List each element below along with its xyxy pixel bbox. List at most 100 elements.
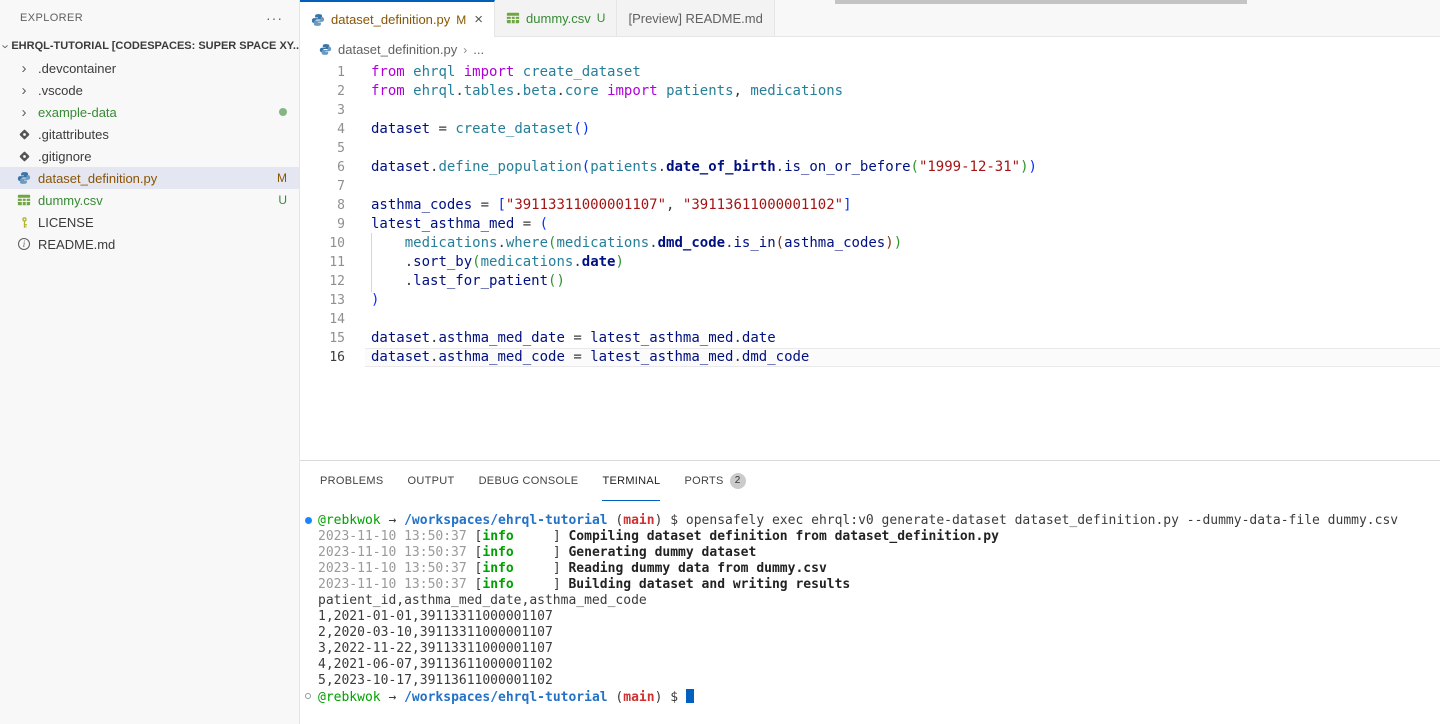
breadcrumb[interactable]: dataset_definition.py › ... (300, 37, 1440, 62)
file-item-dataset_definition.py[interactable]: dataset_definition.pyM (0, 167, 299, 189)
command-decoration-icon[interactable] (305, 517, 312, 524)
indent-guide (371, 233, 372, 254)
terminal-line-9: 3,2022-11-22,39113311000001107 (318, 641, 1440, 657)
ports-badge: 2 (730, 473, 746, 489)
code-line-7[interactable]: 7 (300, 177, 1440, 196)
explorer-title: EXPLORER (20, 12, 83, 24)
tab-dummy.csv[interactable]: dummy.csvU (495, 0, 617, 36)
table-icon (506, 11, 520, 25)
file-label: LICENSE (38, 215, 287, 230)
file-item-LICENSE[interactable]: LICENSE (0, 211, 299, 233)
code-line-11[interactable]: 11 .sort_by(medications.date) (300, 253, 1440, 272)
terminal-line-4: 2023-11-10 13:50:37 [info ] Reading dumm… (318, 561, 1440, 577)
code-line-9[interactable]: 9latest_asthma_med = ( (300, 215, 1440, 234)
terminal-line-6: patient_id,asthma_med_date,asthma_med_co… (318, 593, 1440, 609)
folder-item-.devcontainer[interactable]: ›.devcontainer (0, 57, 299, 79)
git-icon (18, 150, 31, 163)
file-item-README.md[interactable]: iREADME.md (0, 233, 299, 255)
code-line-1[interactable]: 1from ehrql import create_dataset (300, 63, 1440, 82)
changes-dot-badge (279, 108, 287, 116)
line-number: 8 (300, 196, 345, 215)
code-line-16[interactable]: 16dataset.asthma_med_code = latest_asthm… (300, 348, 1440, 367)
chevron-right-icon: › (22, 105, 27, 120)
editor-group: dataset_definition.py M × dummy.csvU [Previe… (300, 0, 1440, 724)
line-number: 6 (300, 158, 345, 177)
vscode-window: EXPLORER ··· › EHRQL-TUTORIAL [CODESPACE… (0, 0, 1440, 724)
breadcrumb-file[interactable]: dataset_definition.py (338, 42, 457, 57)
code-line-8[interactable]: 8asthma_codes = ["39113311000001107", "3… (300, 196, 1440, 215)
panel-tab-label: TERMINAL (602, 475, 660, 487)
file-item-.gitignore[interactable]: .gitignore (0, 145, 299, 167)
breadcrumb-more[interactable]: ... (473, 42, 484, 57)
code-line-2[interactable]: 2from ehrql.tables.beta.core import pati… (300, 82, 1440, 101)
code-line-13[interactable]: 13) (300, 291, 1440, 310)
terminal-line-10: 4,2021-06-07,39113611000001102 (318, 657, 1440, 673)
folder-item-example-data[interactable]: › example-data (0, 101, 299, 123)
panel-tab-output[interactable]: OUTPUT (408, 461, 455, 501)
folder-item-.vscode[interactable]: ›.vscode (0, 79, 299, 101)
line-number: 3 (300, 101, 345, 120)
terminal-cursor (686, 689, 694, 703)
line-number: 11 (300, 253, 345, 272)
file-label: dataset_definition.py (38, 171, 269, 186)
command-decoration-icon[interactable] (305, 693, 311, 699)
terminal-line-12: @rebkwok → /workspaces/ehrql-tutorial (m… (318, 689, 1440, 705)
panel-tab-ports[interactable]: PORTS2 (684, 461, 745, 501)
code-area[interactable]: 1from ehrql import create_dataset2from e… (300, 62, 1440, 460)
terminal[interactable]: @rebkwok → /workspaces/ehrql-tutorial (m… (300, 501, 1440, 724)
terminal-line-2: 2023-11-10 13:50:37 [info ] Compiling da… (318, 529, 1440, 545)
modified-indicator: M (456, 13, 466, 27)
indent-guide (371, 252, 372, 273)
line-number: 4 (300, 120, 345, 139)
terminal-line-1: @rebkwok → /workspaces/ehrql-tutorial (m… (318, 513, 1440, 529)
file-item-.gitattributes[interactable]: .gitattributes (0, 123, 299, 145)
panel-tab-bar: PROBLEMS OUTPUT DEBUG CONSOLE TERMINAL PORTS… (300, 461, 1440, 501)
code-line-14[interactable]: 14 (300, 310, 1440, 329)
file-list: ›.devcontainer›.vscode › example-data .gita… (0, 57, 299, 255)
indent-guide (371, 271, 372, 292)
tab-dataset_definition.py[interactable]: dataset_definition.pyM× (300, 0, 495, 37)
info-icon: i (18, 238, 30, 250)
more-actions-icon[interactable]: ··· (266, 10, 283, 26)
tab-label: dummy.csv (526, 11, 591, 26)
line-number: 15 (300, 329, 345, 348)
code-line-6[interactable]: 6dataset.define_population(patients.date… (300, 158, 1440, 177)
terminal-line-11: 5,2023-10-17,39113611000001102 (318, 673, 1440, 689)
file-label: dummy.csv (38, 193, 270, 208)
code-line-4[interactable]: 4dataset = create_dataset() (300, 120, 1440, 139)
panel-tab-problems[interactable]: PROBLEMS (320, 461, 384, 501)
project-root-item[interactable]: › EHRQL-TUTORIAL [CODESPACES: SUPER SPAC… (0, 35, 299, 57)
panel-tab-debug-console[interactable]: DEBUG CONSOLE (479, 461, 579, 501)
line-number: 5 (300, 139, 345, 158)
project-root-label: EHRQL-TUTORIAL [CODESPACES: SUPER SPACE … (11, 40, 299, 52)
code-line-12[interactable]: 12 .last_for_patient() (300, 272, 1440, 291)
git-status-badge: U (278, 193, 287, 207)
terminal-line-8: 2,2020-03-10,39113311000001107 (318, 625, 1440, 641)
file-label: example-data (38, 105, 271, 120)
git-icon (18, 128, 31, 141)
code-line-15[interactable]: 15dataset.asthma_med_date = latest_asthm… (300, 329, 1440, 348)
code-line-10[interactable]: 10 medications.where(medications.dmd_cod… (300, 234, 1440, 253)
tab-scrollbar[interactable] (835, 0, 1247, 4)
explorer-header: EXPLORER ··· (0, 0, 299, 35)
code-line-5[interactable]: 5 (300, 139, 1440, 158)
file-item-dummy.csv[interactable]: dummy.csv U (0, 189, 299, 211)
tab-bar: dataset_definition.pyM×dummy.csvU[Previe… (300, 0, 1440, 37)
code-line-3[interactable]: 3 (300, 101, 1440, 120)
panel-tab-terminal[interactable]: TERMINAL (602, 461, 660, 501)
panel-tab-label: OUTPUT (408, 475, 455, 487)
bottom-panel: PROBLEMS OUTPUT DEBUG CONSOLE TERMINAL PORTS… (300, 460, 1440, 724)
line-number: 16 (300, 348, 345, 367)
tab-label: [Preview] README.md (628, 11, 762, 26)
line-number: 12 (300, 272, 345, 291)
line-number: 9 (300, 215, 345, 234)
tab-[Preview] README.md[interactable]: [Preview] README.md (617, 0, 774, 36)
tabs: dataset_definition.pyM×dummy.csvU[Previe… (300, 0, 775, 36)
close-icon[interactable]: × (474, 11, 483, 28)
python-icon (319, 43, 332, 56)
file-label: .vscode (38, 83, 287, 98)
breadcrumb-separator: › (463, 43, 467, 57)
table-icon (17, 193, 31, 207)
panel-tab-label: PROBLEMS (320, 475, 384, 487)
line-number: 14 (300, 310, 345, 329)
